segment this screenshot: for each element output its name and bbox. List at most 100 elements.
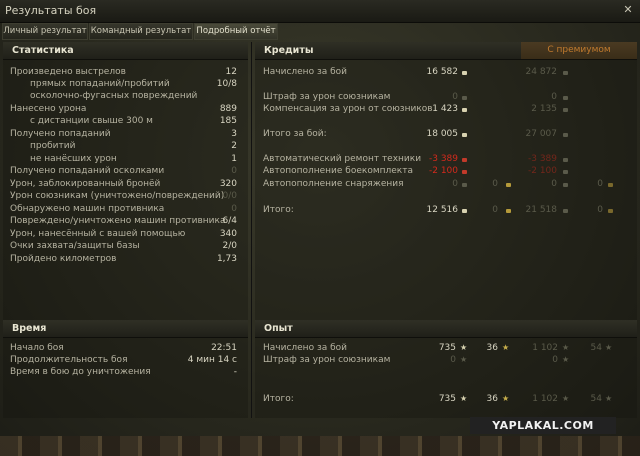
- experience-header: Опыт: [255, 320, 637, 338]
- credit-coin-icon: [462, 96, 467, 100]
- stat-value: 2/0: [222, 241, 237, 251]
- stat-value: 1,73: [216, 254, 237, 264]
- free-xp-icon: ★: [502, 394, 510, 403]
- premium-free-xp-icon: ★: [605, 343, 613, 352]
- premium-gold-coin-icon: [608, 183, 613, 187]
- tab-personal-result[interactable]: Личный результат: [2, 23, 88, 40]
- premium-credit-value: 21 518: [525, 205, 558, 215]
- credit-coin-icon: [462, 108, 467, 112]
- premium-credit-value: 0: [551, 92, 557, 102]
- xp-value: 735: [438, 343, 456, 353]
- tab-detailed-report[interactable]: Подробный отчёт: [194, 23, 278, 40]
- credit-label: Итого:: [263, 205, 294, 215]
- stat-label: пробитий: [30, 141, 76, 151]
- time-label: Продолжительность боя: [10, 355, 128, 365]
- premium-coin-icon: [563, 96, 568, 100]
- stat-label: Получено попаданий: [10, 129, 111, 139]
- xp-star-icon: ★: [460, 394, 468, 403]
- time-header: Время: [3, 320, 248, 338]
- premium-credit-value: 24 872: [525, 67, 558, 77]
- time-label: Время в бою до уничтожения: [10, 367, 151, 377]
- credit-value: -2 100: [428, 166, 458, 176]
- premium-coin-icon: [563, 71, 568, 75]
- premium-gold-value: 0: [597, 179, 603, 189]
- credit-label: Штраф за урон союзникам: [263, 92, 391, 102]
- stat-label: Обнаружено машин противника: [10, 204, 165, 214]
- xp-value: 0: [450, 355, 456, 365]
- stat-value: 0/0: [222, 191, 237, 201]
- premium-free-xp-icon: ★: [605, 394, 613, 403]
- premium-credit-value: 27 007: [525, 129, 558, 139]
- credit-coin-icon: [462, 183, 467, 187]
- credit-label: Автопополнение боекомплекта: [263, 166, 413, 176]
- free-xp-value: 36: [486, 343, 498, 353]
- window-title: Результаты боя: [5, 4, 97, 17]
- premium-gold-coin-icon: [608, 209, 613, 213]
- credit-label: Начислено за бой: [263, 67, 348, 77]
- premium-credit-value: 2 135: [531, 104, 557, 114]
- vehicle-strip: [0, 436, 640, 456]
- close-icon[interactable]: ✕: [622, 4, 634, 16]
- credit-value: 1 423: [432, 104, 458, 114]
- battle-results-window: Результаты боя ✕ Личный результат Команд…: [0, 0, 640, 456]
- stat-value: 12: [225, 67, 237, 77]
- credit-coin-icon: [462, 170, 467, 174]
- premium-coin-icon: [563, 158, 568, 162]
- premium-xp-value: 1 102: [532, 343, 558, 353]
- xp-label: Итого:: [263, 394, 294, 404]
- credit-value: 16 582: [426, 67, 459, 77]
- premium-xp-value: 0: [552, 355, 558, 365]
- xp-star-icon: ★: [460, 343, 468, 352]
- time-value: -: [233, 367, 237, 377]
- xp-label: Штраф за урон союзникам: [263, 355, 391, 365]
- xp-value: 735: [438, 394, 456, 404]
- stat-value: 340: [219, 229, 237, 239]
- stat-label: Пройдено километров: [10, 254, 117, 264]
- panel-divider: [251, 42, 252, 418]
- premium-coin-icon: [563, 209, 568, 213]
- free-xp-value: 36: [486, 394, 498, 404]
- premium-credit-value: -3 389: [527, 154, 557, 164]
- statistics-header: Статистика: [3, 42, 248, 60]
- stat-label: Нанесено урона: [10, 104, 87, 114]
- stat-value: 0: [231, 166, 237, 176]
- stat-label: Получено попаданий осколками: [10, 166, 165, 176]
- credit-value: 0: [452, 179, 458, 189]
- premium-coin-icon: [563, 133, 568, 137]
- stat-value: 320: [219, 179, 237, 189]
- premium-coin-icon: [563, 183, 568, 187]
- stat-value: 185: [219, 116, 237, 126]
- time-value: 4 мин 14 с: [187, 355, 237, 365]
- premium-coin-icon: [563, 108, 568, 112]
- credit-value: -3 389: [428, 154, 458, 164]
- stat-label: прямых попаданий/пробитий: [30, 79, 170, 89]
- credit-coin-icon: [462, 209, 467, 213]
- premium-xp-value: 1 102: [532, 394, 558, 404]
- free-xp-icon: ★: [502, 343, 510, 352]
- stat-value: 1: [231, 154, 237, 164]
- premium-coin-icon: [563, 170, 568, 174]
- credit-coin-icon: [462, 133, 467, 137]
- stat-value: 6/4: [222, 216, 237, 226]
- credit-label: Автоматический ремонт техники: [263, 154, 422, 164]
- stat-label: с дистанции свыше 300 м: [30, 116, 153, 126]
- credit-value: 12 516: [426, 205, 459, 215]
- stat-value: 10/8: [216, 79, 237, 89]
- premium-credit-value: -2 100: [527, 166, 557, 176]
- premium-free-xp-value: 54: [590, 343, 602, 353]
- tab-team-result[interactable]: Командный результат: [89, 23, 193, 40]
- premium-gold-value: 0: [597, 205, 603, 215]
- credit-coin-icon: [462, 71, 467, 75]
- gold-value: 0: [492, 179, 498, 189]
- gold-value: 0: [492, 205, 498, 215]
- credit-label: Итого за бой:: [263, 129, 327, 139]
- watermark-logo: YAPLAKAL.COM: [470, 417, 616, 434]
- premium-free-xp-value: 54: [590, 394, 602, 404]
- stat-value: 3: [231, 129, 237, 139]
- stat-label: не нанёсших урон: [30, 154, 117, 164]
- premium-xp-star-icon: ★: [562, 343, 570, 352]
- xp-star-icon: ★: [460, 355, 468, 364]
- stat-label: Урон, заблокированный бронёй: [10, 179, 161, 189]
- credit-coin-icon: [462, 158, 467, 162]
- title-bar: Результаты боя ✕: [0, 0, 640, 23]
